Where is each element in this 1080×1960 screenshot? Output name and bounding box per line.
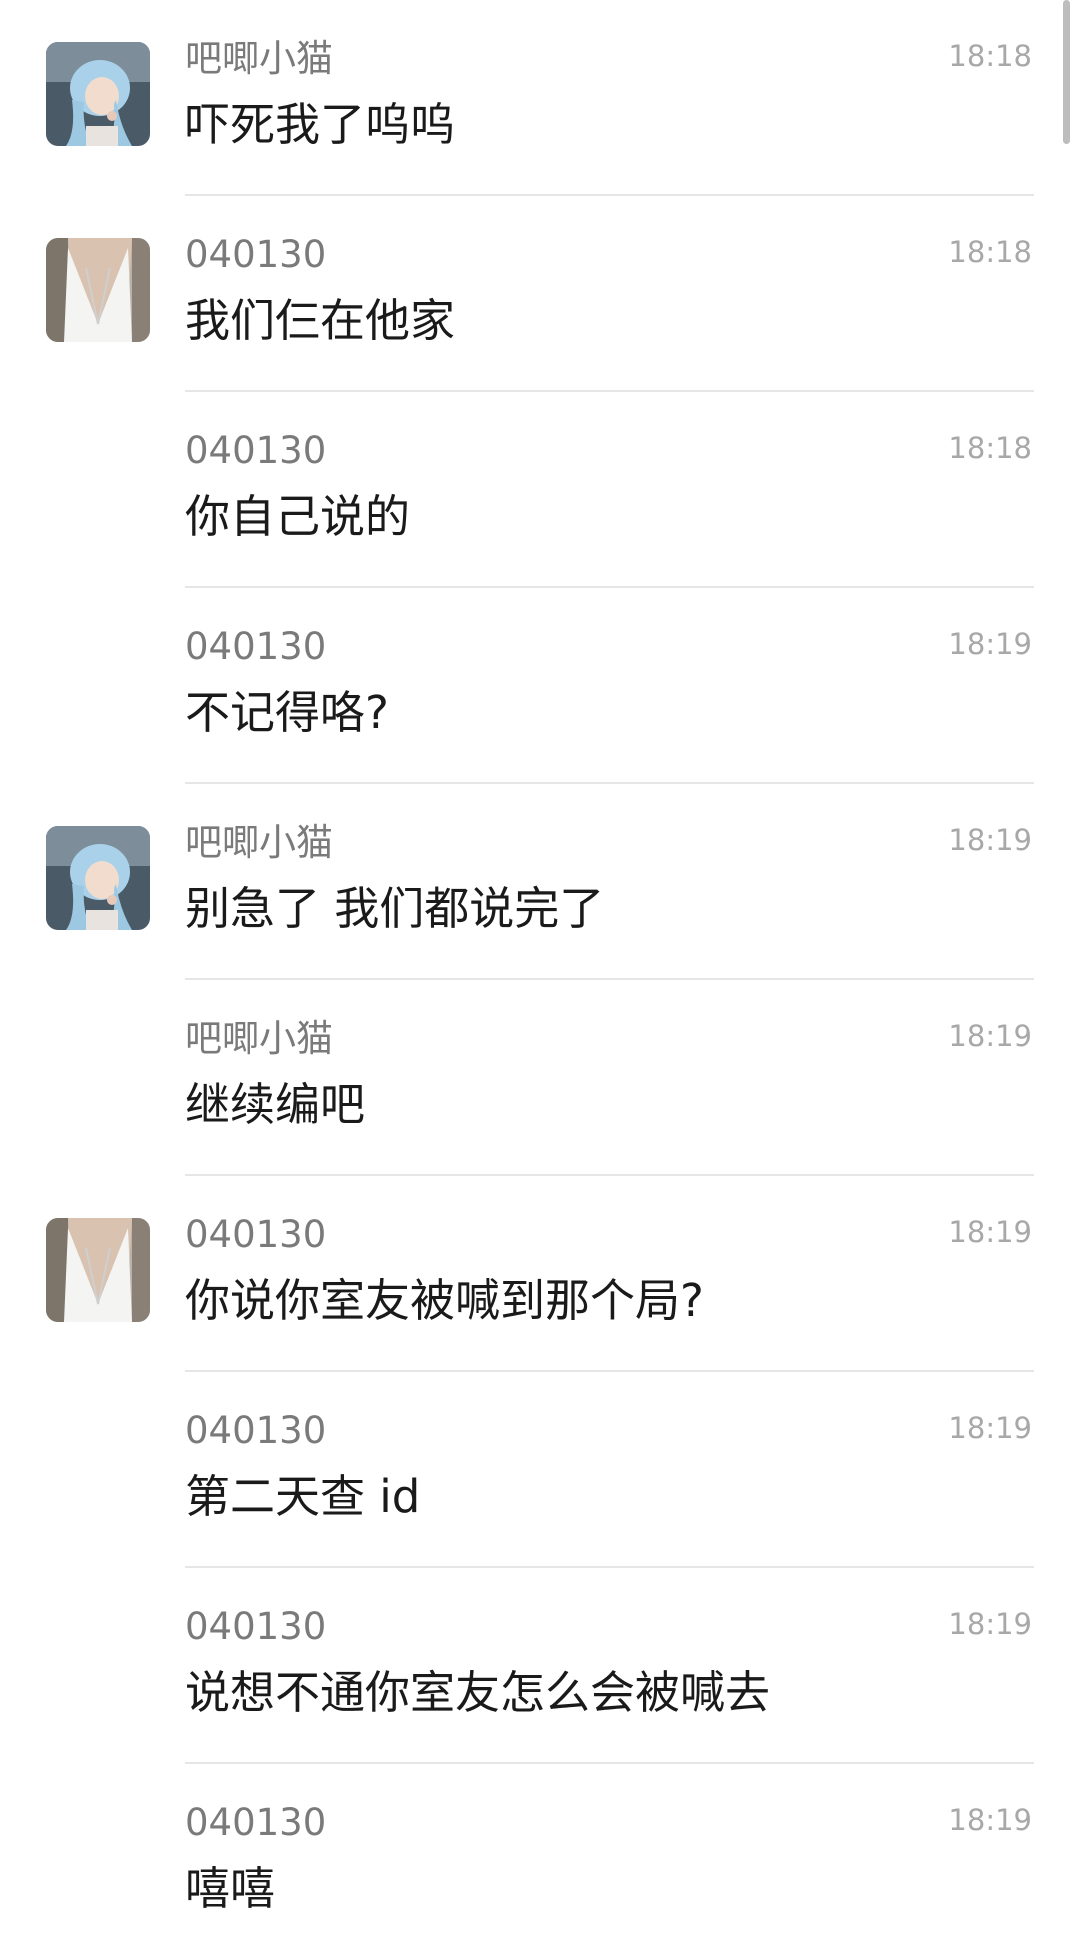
message-text: 第二天查 id	[185, 1470, 421, 1523]
message-row[interactable]: 吧唧小猫 别急了 我们都说完了 18:19	[0, 784, 1080, 980]
message-row[interactable]: 040130 第二天查 id 18:19	[0, 1372, 1080, 1568]
sender-name: 040130	[185, 1605, 327, 1648]
message-row[interactable]: 040130 你自己说的 18:18	[0, 392, 1080, 588]
message-row[interactable]: 吧唧小猫 继续编吧 18:19	[0, 980, 1080, 1176]
message-row[interactable]: 040130 说想不通你室友怎么会被喊去 18:19	[0, 1568, 1080, 1764]
avatar-blue-hair-icon[interactable]	[46, 42, 150, 146]
sender-name: 040130	[185, 625, 327, 668]
message-time: 18:18	[948, 431, 1032, 465]
message-text: 我们仨在他家	[185, 294, 456, 347]
message-text: 你自己说的	[185, 490, 411, 543]
message-time: 18:19	[948, 1411, 1032, 1445]
message-row[interactable]: 040130 我们仨在他家 18:18	[0, 196, 1080, 392]
sender-name: 040130	[185, 233, 327, 276]
message-time: 18:19	[948, 627, 1032, 661]
sender-name: 吧唧小猫	[185, 1017, 333, 1060]
message-time: 18:18	[948, 39, 1032, 73]
message-text: 说想不通你室友怎么会被喊去	[185, 1666, 771, 1719]
avatar-blue-hair-icon[interactable]	[46, 826, 150, 930]
message-time: 18:19	[948, 1803, 1032, 1837]
message-text: 嘻嘻	[185, 1862, 276, 1915]
message-row[interactable]: 040130 不记得咯? 18:19	[0, 588, 1080, 784]
sender-name: 吧唧小猫	[185, 37, 333, 80]
message-row[interactable]: 040130 嘻嘻 18:19	[0, 1764, 1080, 1960]
avatar-white-dress-icon[interactable]	[46, 238, 150, 342]
message-text: 继续编吧	[185, 1078, 366, 1131]
message-text: 别急了 我们都说完了	[185, 882, 605, 935]
message-time: 18:19	[948, 1215, 1032, 1249]
message-row[interactable]: 040130 你说你室友被喊到那个局? 18:19	[0, 1176, 1080, 1372]
message-row[interactable]: 吧唧小猫 吓死我了呜呜 18:18	[0, 0, 1080, 196]
message-text: 吓死我了呜呜	[185, 98, 456, 151]
sender-name: 040130	[185, 1801, 327, 1844]
message-time: 18:19	[948, 1607, 1032, 1641]
scrollbar[interactable]	[1063, 0, 1070, 144]
avatar-white-dress-icon[interactable]	[46, 1218, 150, 1322]
sender-name: 040130	[185, 429, 327, 472]
sender-name: 吧唧小猫	[185, 821, 333, 864]
message-text: 你说你室友被喊到那个局?	[185, 1274, 704, 1327]
message-time: 18:18	[948, 235, 1032, 269]
sender-name: 040130	[185, 1409, 327, 1452]
message-text: 不记得咯?	[185, 686, 389, 739]
sender-name: 040130	[185, 1213, 327, 1256]
message-list[interactable]: 吧唧小猫 吓死我了呜呜 18:18 040130 我们仨在他家 18:18 04…	[0, 0, 1080, 1960]
message-time: 18:19	[948, 823, 1032, 857]
message-time: 18:19	[948, 1019, 1032, 1053]
